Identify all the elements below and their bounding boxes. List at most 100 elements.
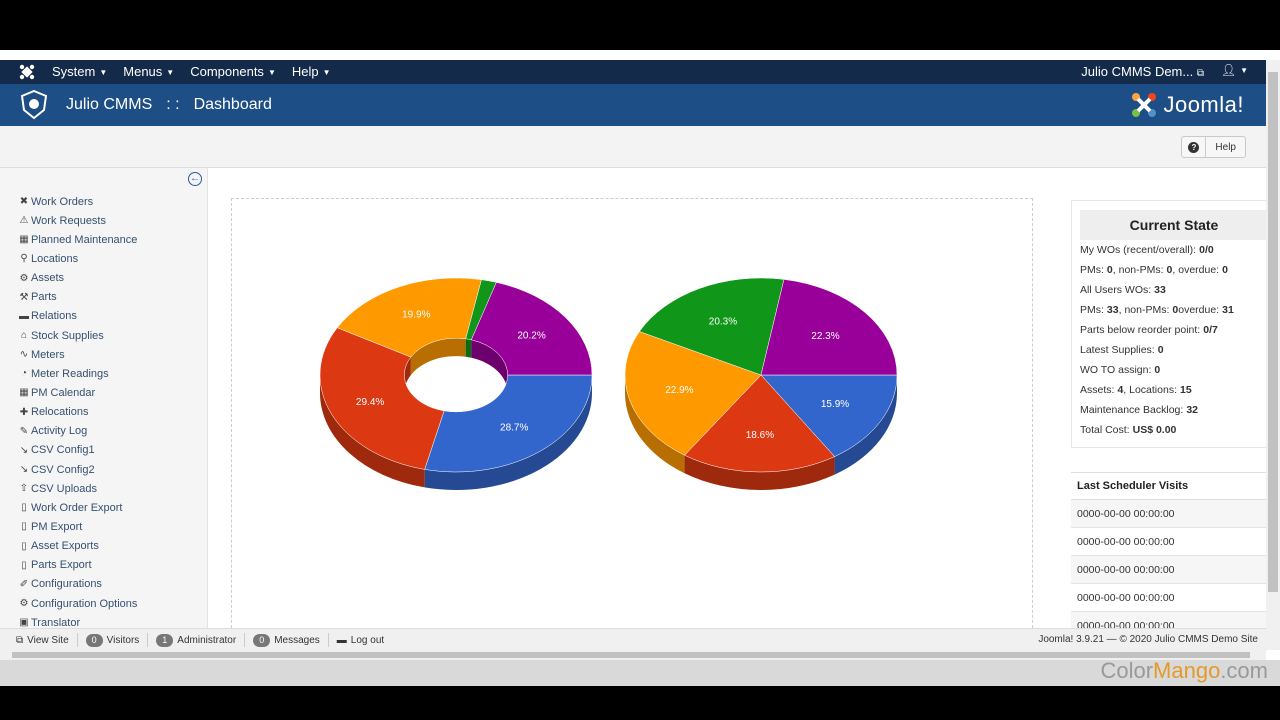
slice-label: 20.3%: [709, 316, 737, 327]
sidebar-item-csv-uploads[interactable]: ⇧ CSV Uploads: [18, 479, 137, 498]
view-site-link[interactable]: ⧉ View Site: [8, 633, 78, 647]
messages-label: Messages: [274, 634, 320, 646]
sidebar-item-relations[interactable]: ▬ Relations: [18, 307, 137, 326]
comment-icon: ▣: [19, 617, 29, 628]
pie-chart-2: 15.9% 18.6% 22.9% 20.3% 22.3%: [624, 277, 898, 490]
sidebar-item-label: Work Requests: [31, 214, 106, 227]
joomla-brand: Joomla!: [1129, 88, 1244, 122]
briefcase-icon: ▬: [19, 310, 29, 322]
scheduler-list: 0000-00-00 00:00:00 0000-00-00 00:00:00 00…: [1071, 500, 1267, 640]
state-value: 0/0: [1199, 244, 1214, 256]
scheduler-title: Last Scheduler Visits: [1071, 472, 1267, 500]
watermark: ColorMango.com: [1100, 658, 1268, 684]
menu-menus[interactable]: Menus ▼: [115, 64, 182, 79]
sidebar-item-label: Activity Log: [31, 425, 88, 438]
sidebar-item-meter-readings[interactable]: ◔ Meter Readings: [18, 364, 137, 383]
sidebar-item-work-orders[interactable]: ✖ Work Orders: [18, 192, 137, 211]
menu-components[interactable]: Components ▼: [182, 64, 284, 79]
sidebar-item-stock-supplies[interactable]: ⌂ Stock Supplies: [18, 326, 137, 345]
sidebar-item-label: CSV Uploads: [31, 482, 98, 495]
question-icon: ?: [1182, 137, 1207, 157]
menu-system-label: System: [52, 64, 96, 79]
sidebar-item-csv-config2[interactable]: ↘ CSV Config2: [18, 460, 137, 479]
sidebar-item-locations[interactable]: ⚲ Locations: [18, 249, 137, 268]
current-state-list: My WOs (recent/overall): 0/0 PMs: 0 , non-PM…: [1072, 240, 1266, 440]
site-link[interactable]: Julio CMMS Dem... ⧉: [1081, 64, 1204, 79]
menu-help[interactable]: Help ▼: [284, 64, 339, 79]
sidebar-item-work-order-export[interactable]: ▯ Work Order Export: [18, 498, 137, 517]
warning-icon: ⚠: [19, 215, 29, 227]
messages-status[interactable]: 0 Messages: [245, 633, 329, 647]
sidebar-item-label: Stock Supplies: [31, 329, 104, 342]
sidebar-item-parts-export[interactable]: ▯ Parts Export: [18, 556, 137, 575]
sidebar-item-pm-export[interactable]: ▯ PM Export: [18, 517, 137, 536]
state-label: WO TO assign:: [1080, 364, 1152, 376]
sidebar-item-label: PM Export: [31, 520, 83, 533]
user-menu[interactable]: 👤︎ ▼: [1221, 63, 1248, 77]
logout-link[interactable]: ▬ Log out: [329, 633, 392, 647]
sidebar-item-pm-calendar[interactable]: ▦ PM Calendar: [18, 383, 137, 402]
state-label: PMs:: [1080, 264, 1104, 276]
admin-status: 1 Administrator: [148, 633, 246, 647]
sidebar-item-work-requests[interactable]: ⚠ Work Requests: [18, 211, 137, 230]
slice-label: 22.9%: [665, 385, 693, 396]
slice-top[interactable]: [760, 279, 898, 376]
sidebar-item-label: Meter Readings: [31, 367, 109, 380]
sidebar-item-planned-maintenance[interactable]: ▦ Planned Maintenance: [18, 230, 137, 249]
menu-components-label: Components: [190, 64, 264, 79]
collapse-sidebar-icon[interactable]: ←: [188, 172, 202, 186]
state-value: 0: [1157, 344, 1164, 356]
messages-badge: 0: [253, 633, 271, 647]
shield-icon: [20, 90, 48, 120]
vertical-scrollbar[interactable]: [1266, 60, 1280, 650]
scheduler-visit: 0000-00-00 00:00:00: [1071, 500, 1267, 528]
sidebar-item-meters[interactable]: ∿ Meters: [18, 345, 137, 364]
sidebar-item-csv-config1[interactable]: ↘ CSV Config1: [18, 441, 137, 460]
state-value: 0: [1222, 264, 1228, 276]
edit-icon: ✎: [19, 425, 29, 437]
current-state-panel: Current State My WOs (recent/overall): 0/…: [1071, 200, 1268, 448]
state-value: 0: [1154, 364, 1161, 376]
page-title: Julio CMMS: : Dashboard: [66, 96, 272, 114]
slice-inner-wall: [465, 338, 472, 358]
sidebar-item-activity-log[interactable]: ✎ Activity Log: [18, 422, 137, 441]
slice-label: 19.9%: [402, 309, 430, 320]
vertical-scroll-thumb[interactable]: [1268, 72, 1278, 592]
wrench-cross-icon: ✖: [19, 196, 29, 208]
sidebar-item-parts[interactable]: ⚒ Parts: [18, 288, 137, 307]
sidebar-item-translator[interactable]: ▣ Translator: [18, 613, 137, 628]
state-row: WO TO assign: 0: [1080, 360, 1266, 380]
state-row: My WOs (recent/overall): 0/0: [1080, 240, 1266, 260]
upload-icon: ⇧: [19, 483, 29, 495]
page-name: Dashboard: [193, 96, 272, 113]
menu-system[interactable]: System ▼: [44, 64, 115, 79]
external-link-icon: ⧉: [1196, 68, 1204, 79]
brand-text: Joomla!: [1163, 92, 1244, 117]
sidebar-item-assets[interactable]: ⚙ Assets: [18, 269, 137, 288]
state-label: Assets:: [1080, 384, 1115, 396]
watermark-accent: Mango: [1153, 658, 1221, 683]
slice-label: 18.6%: [746, 430, 774, 441]
state-row: Parts below reorder point: 0/7: [1080, 320, 1266, 340]
sidebar-item-label: Asset Exports: [31, 540, 99, 553]
horizontal-scrollbar[interactable]: [0, 650, 1266, 660]
sidebar-item-asset-exports[interactable]: ▯ Asset Exports: [18, 537, 137, 556]
view-site-label: View Site: [27, 634, 69, 646]
joomla-icon[interactable]: [19, 64, 35, 80]
taskbar: [0, 660, 1280, 686]
visitors-label: Visitors: [106, 634, 140, 646]
sidebar-item-configuration-options[interactable]: ⚙ Configuration Options: [18, 594, 138, 613]
sidebar-item-configurations[interactable]: ✐ Configurations: [18, 575, 137, 594]
state-row: PMs: 33, non-PMs: 0 overdue: 31: [1080, 300, 1266, 320]
help-button[interactable]: ? Help: [1181, 136, 1246, 158]
state-value: 33: [1106, 304, 1119, 316]
state-value: 0/7: [1203, 324, 1218, 336]
state-value: 32: [1186, 404, 1199, 416]
horizontal-scroll-thumb[interactable]: [12, 652, 1250, 658]
calendar-icon: ▦: [19, 387, 29, 399]
scheduler-visit: 0000-00-00 00:00:00: [1071, 528, 1267, 556]
link-icon: ↘: [19, 464, 29, 476]
sidebar-item-label: Relations: [31, 310, 77, 323]
sidebar-item-relocations[interactable]: ✚ Relocations: [18, 403, 137, 422]
sidebar: ← ✖ Work Orders ⚠ Work Requests ▦ Planned Mai…: [0, 168, 208, 628]
